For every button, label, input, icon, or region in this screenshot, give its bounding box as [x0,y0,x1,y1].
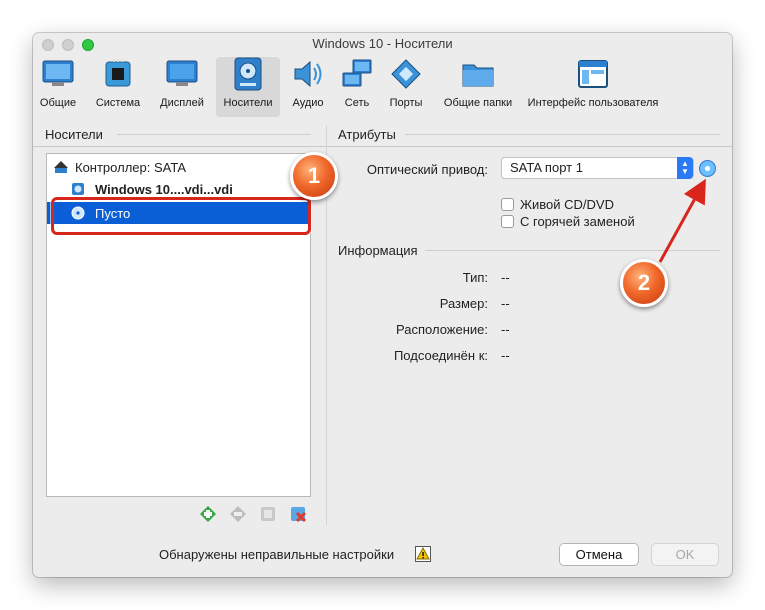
disk-label: Windows 10....vdi...vdi [95,181,233,197]
storage-section-title: Носители [45,127,103,142]
add-attachment-icon [261,507,275,521]
invalid-settings-text: Обнаружены неправильные настройки [159,547,395,562]
cancel-button[interactable]: Отмена [559,543,639,566]
choose-disk-image-button[interactable] [699,160,716,177]
tab-network-label: Сеть [344,97,370,109]
warning-icon[interactable] [415,546,431,562]
ui-window-icon [575,57,611,91]
tab-general-label: Общие [39,97,77,109]
tab-user-interface[interactable]: Интерфейс пользователя [528,57,658,113]
optical-drive-value: SATA порт 1 [510,160,583,175]
hot-swap-checkbox-box[interactable] [501,215,514,228]
zoom-window-button[interactable] [82,39,94,51]
tab-ports[interactable]: Порты [388,57,424,113]
folder-icon [460,57,496,91]
minimize-window-button[interactable] [62,39,74,51]
ok-button[interactable]: OK [651,543,719,566]
tab-shared-folders-label: Общие папки [443,97,513,109]
remove-controller-icon [230,506,246,522]
add-attachment-button[interactable] [259,505,277,523]
tree-item-controller[interactable]: Контроллер: SATA [47,156,310,178]
storage-icon [230,57,266,91]
add-controller-icon [200,506,216,522]
speaker-icon [290,57,326,91]
info-type-label: Тип: [462,270,488,285]
step-badge-1: 1 [290,152,338,200]
information-section-title: Информация [338,243,418,258]
add-controller-button[interactable] [199,505,217,523]
tab-display-label: Дисплей [160,97,204,109]
step-badge-2: 2 [620,259,668,307]
live-cd-checkbox-box[interactable] [501,198,514,211]
storage-section-divider [117,134,311,135]
monitor-icon [40,57,76,91]
tab-ports-label: Порты [389,97,423,109]
controller-icon [53,160,69,174]
tab-audio[interactable]: Аудио [290,57,326,113]
attributes-section-title: Атрибуты [338,127,396,142]
info-location-label: Расположение: [396,322,488,337]
hot-swap-label: С горячей заменой [520,214,635,229]
live-cd-label: Живой CD/DVD [520,197,614,212]
optical-drive-label: Оптический привод: [366,162,488,177]
settings-window: Windows 10 - Носители Общие Система Дисп… [33,33,732,577]
tab-user-interface-label: Интерфейс пользователя [527,97,659,109]
highlight-empty-drive [51,197,311,235]
optical-drive-select[interactable]: SATA порт 1 ▲ ▼ [501,157,694,179]
close-window-button[interactable] [42,39,54,51]
tab-shared-folders[interactable]: Общие папки [440,57,516,113]
tab-storage-label: Носители [223,97,273,109]
attributes-section-divider [405,134,720,135]
tab-audio-label: Аудио [292,97,324,109]
hard-disk-icon [71,182,85,196]
controller-label: Контроллер: SATA [75,159,186,175]
chip-icon [100,57,136,91]
live-cd-checkbox[interactable]: Живой CD/DVD [501,197,614,212]
tab-system[interactable]: Система [95,57,141,113]
info-location-value: -- [501,322,510,337]
info-attached-value: -- [501,348,510,363]
tab-system-label: Система [95,97,141,109]
tab-display[interactable]: Дисплей [159,57,205,113]
window-title: Windows 10 - Носители [312,36,453,51]
tab-network[interactable]: Сеть [339,57,375,113]
hot-swap-checkbox[interactable]: С горячей заменой [501,214,635,229]
tab-storage[interactable]: Носители [216,57,280,117]
chevron-updown-icon: ▲ ▼ [677,157,693,179]
info-size-value: -- [501,296,510,311]
tab-general[interactable]: Общие [40,57,76,113]
remove-controller-button[interactable] [229,505,247,523]
remove-attachment-icon [291,507,307,523]
display-icon [164,57,200,91]
info-type-value: -- [501,270,510,285]
network-icon [339,57,375,91]
info-attached-label: Подсоединён к: [393,348,488,363]
information-section-divider [425,250,720,251]
info-size-label: Размер: [439,296,488,311]
remove-attachment-button[interactable] [289,505,307,523]
port-icon [388,57,424,91]
